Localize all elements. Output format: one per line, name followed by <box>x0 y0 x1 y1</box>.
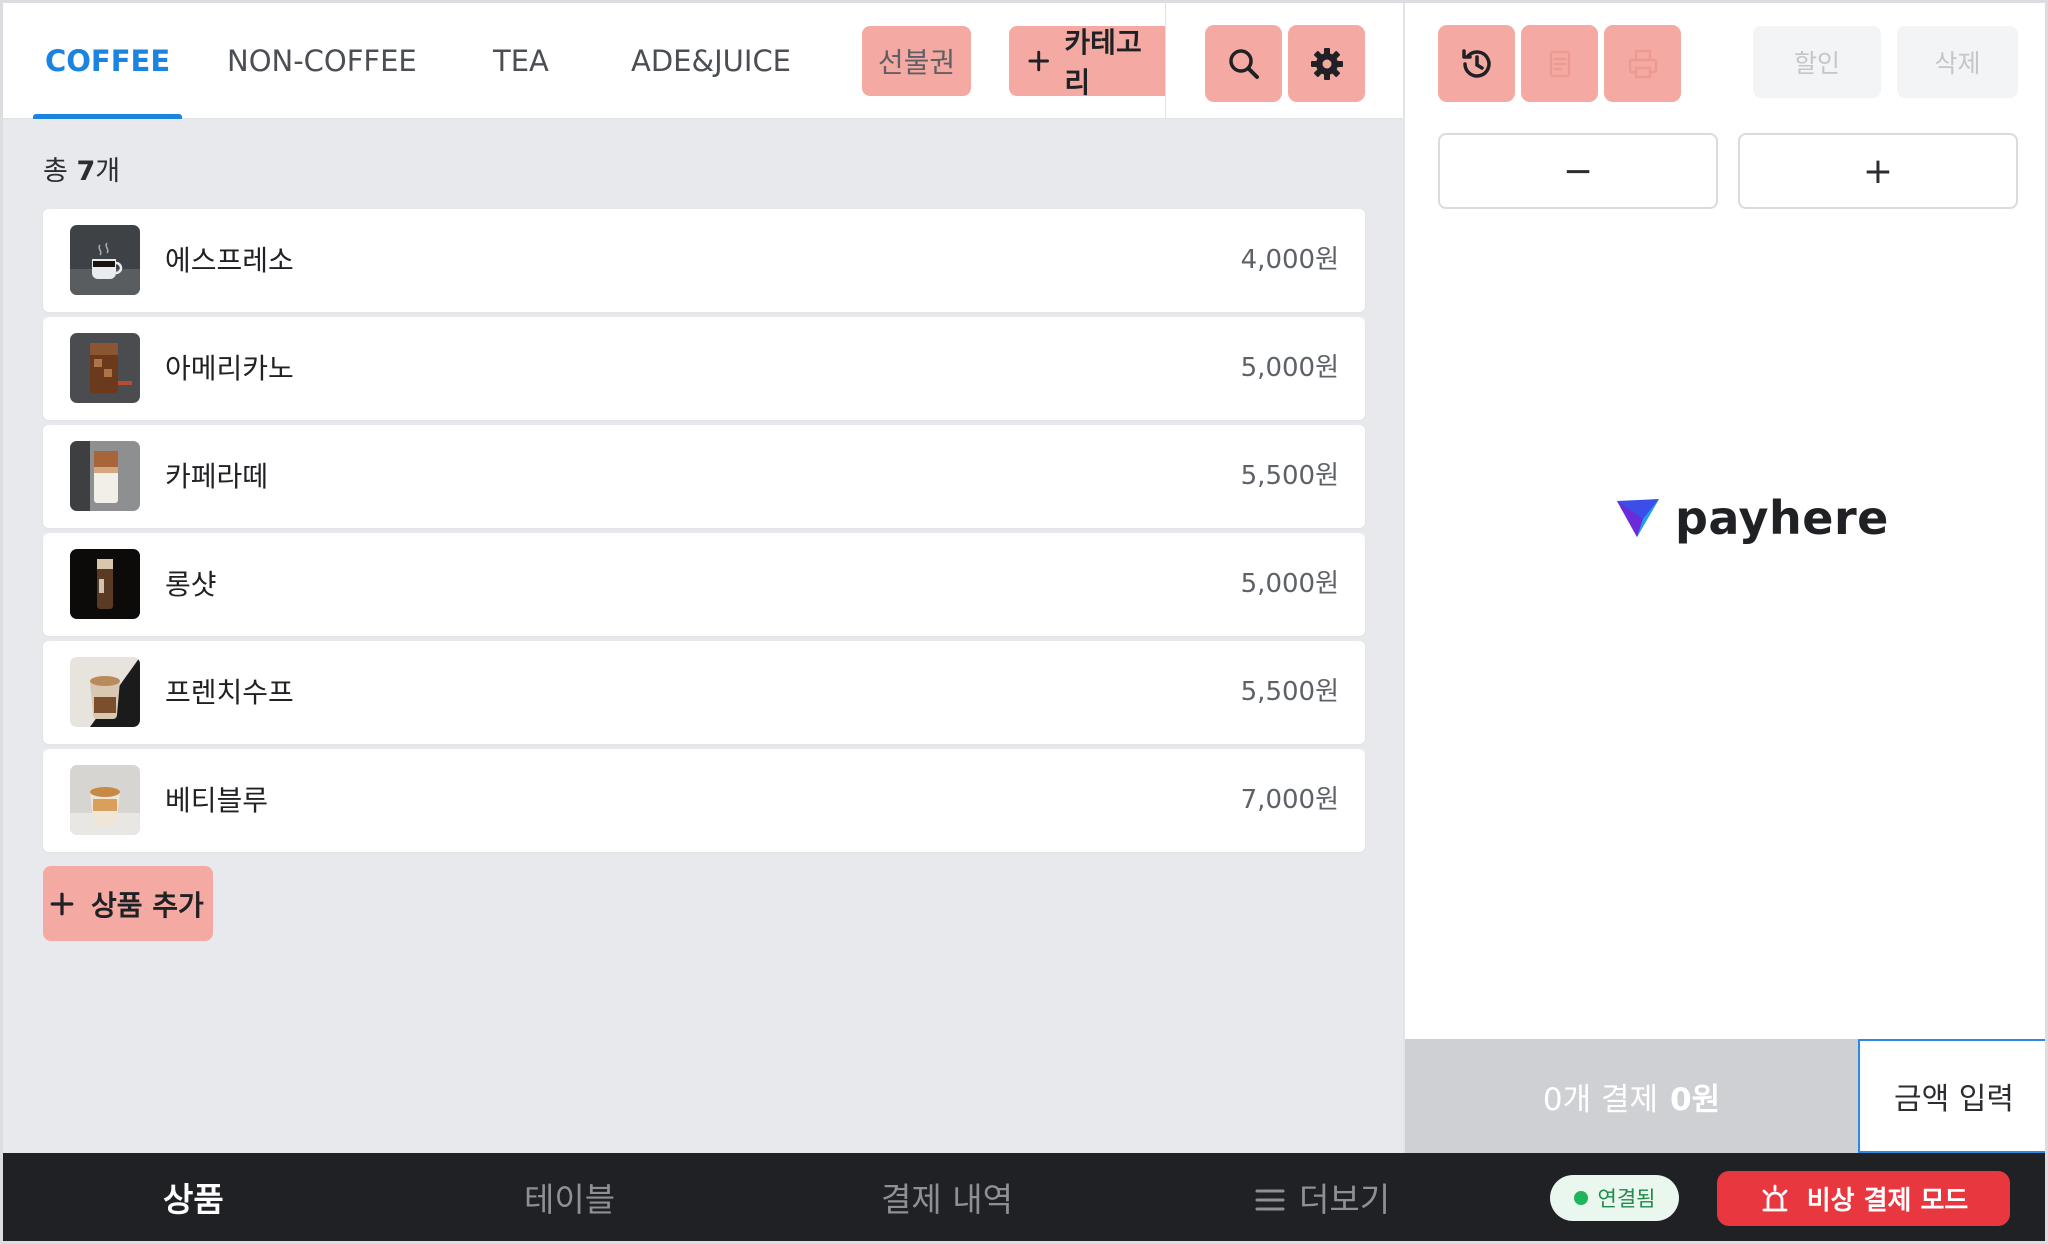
nav-products[interactable]: 상품 <box>163 1153 224 1241</box>
delete-button[interactable]: 삭제 <box>1897 26 2018 98</box>
printer-icon <box>1628 49 1657 78</box>
add-category-button[interactable]: 카테고리 <box>1009 26 1165 99</box>
product-name: 카페라떼 <box>165 460 269 493</box>
product-name: 베티블루 <box>165 784 269 817</box>
decrease-quantity-button[interactable]: − <box>1438 133 1718 209</box>
espresso-thumbnail <box>70 225 140 295</box>
product-count: 총 7개 <box>43 156 121 187</box>
caffe-latte-thumbnail <box>70 441 140 511</box>
product-list: 에스프레소 4,000원 아메리카노 5,000원 카페라떼 5,500원 롱샷… <box>43 209 1365 857</box>
emergency-payment-mode-button[interactable]: 비상 결제 모드 <box>1717 1171 2010 1226</box>
plus-icon <box>50 892 74 915</box>
product-row-betty-blue[interactable]: 베티블루 7,000원 <box>43 749 1365 852</box>
payhere-logo: payhere <box>1615 491 1889 545</box>
settings-button[interactable] <box>1288 25 1365 102</box>
product-price: 4,000원 <box>1240 245 1339 275</box>
add-product-label: 상품 추가 <box>91 888 204 922</box>
nav-more[interactable]: 더보기 <box>1255 1153 1391 1241</box>
product-row-french-soup[interactable]: 프렌치수프 5,500원 <box>43 641 1365 744</box>
product-row-americano[interactable]: 아메리카노 5,000원 <box>43 317 1365 420</box>
tab-coffee[interactable]: COFFEE <box>32 3 183 119</box>
receipt-button[interactable] <box>1521 25 1598 102</box>
french-soup-thumbnail <box>70 657 140 727</box>
product-price: 5,000원 <box>1240 353 1339 383</box>
history-button[interactable] <box>1438 25 1515 102</box>
tab-tea[interactable]: TEA <box>493 3 549 119</box>
plus-icon <box>1028 50 1049 72</box>
product-price: 5,500원 <box>1240 461 1339 491</box>
connection-status-label: 연결됨 <box>1597 1187 1656 1211</box>
tab-non-coffee[interactable]: NON-COFFEE <box>227 3 417 119</box>
receipt-icon <box>1549 50 1570 77</box>
search-button[interactable] <box>1205 25 1282 102</box>
pay-button[interactable]: 0개 결제 0원 <box>1405 1039 1858 1153</box>
add-category-label: 카테고리 <box>1064 26 1142 99</box>
discount-button[interactable]: 할인 <box>1753 26 1881 98</box>
americano-thumbnail <box>70 333 140 403</box>
product-panel: COFFEE NON-COFFEE TEA ADE&JUICE 선불권 카테고리 <box>3 3 1403 1153</box>
siren-icon <box>1762 1184 1788 1211</box>
voucher-label: 선불권 <box>877 46 956 79</box>
history-icon <box>1461 48 1491 78</box>
product-name: 에스프레소 <box>165 244 294 277</box>
nav-payment-history[interactable]: 결제 내역 <box>881 1153 1013 1241</box>
betty-blue-thumbnail <box>70 765 140 835</box>
voucher-button[interactable]: 선불권 <box>862 26 971 96</box>
product-price: 5,500원 <box>1240 677 1339 707</box>
product-name: 프렌치수프 <box>165 676 294 709</box>
tabbar-divider <box>1165 3 1166 119</box>
nav-more-label: 더보기 <box>1299 1180 1391 1219</box>
category-tabbar: COFFEE NON-COFFEE TEA ADE&JUICE 선불권 카테고리 <box>3 3 1403 119</box>
pay-amount: 0원 <box>1670 1081 1721 1118</box>
pos-app: COFFEE NON-COFFEE TEA ADE&JUICE 선불권 카테고리 <box>0 0 2048 1244</box>
product-name: 롱샷 <box>165 568 217 601</box>
product-row-caffe-latte[interactable]: 카페라떼 5,500원 <box>43 425 1365 528</box>
add-product-button[interactable]: 상품 추가 <box>43 866 213 941</box>
increase-quantity-button[interactable]: + <box>1738 133 2018 209</box>
product-name: 아메리카노 <box>165 352 294 385</box>
menu-icon <box>1255 1189 1285 1211</box>
emergency-label: 비상 결제 모드 <box>1806 1186 1969 1216</box>
tab-ade-juice[interactable]: ADE&JUICE <box>631 3 791 119</box>
connection-status-badge: 연결됨 <box>1550 1175 1679 1221</box>
print-button[interactable] <box>1604 25 1681 102</box>
amount-input-button[interactable]: 금액 입력 <box>1858 1039 2045 1153</box>
payhere-logo-text: payhere <box>1675 491 1889 545</box>
gear-icon <box>1310 47 1343 80</box>
product-price: 7,000원 <box>1240 785 1339 815</box>
order-panel: 할인 삭제 − + payhere 0개 결제 0원 금액 입력 <box>1403 3 2045 1153</box>
product-row-espresso[interactable]: 에스프레소 4,000원 <box>43 209 1365 312</box>
search-icon <box>1228 48 1259 79</box>
connection-dot-icon <box>1573 1191 1588 1205</box>
pay-count: 0개 결제 <box>1542 1081 1659 1118</box>
long-shot-thumbnail <box>70 549 140 619</box>
payhere-logo-icon <box>1617 499 1659 537</box>
nav-tables[interactable]: 테이블 <box>524 1153 615 1241</box>
product-price: 5,000원 <box>1240 569 1339 599</box>
product-row-long-shot[interactable]: 롱샷 5,000원 <box>43 533 1365 636</box>
